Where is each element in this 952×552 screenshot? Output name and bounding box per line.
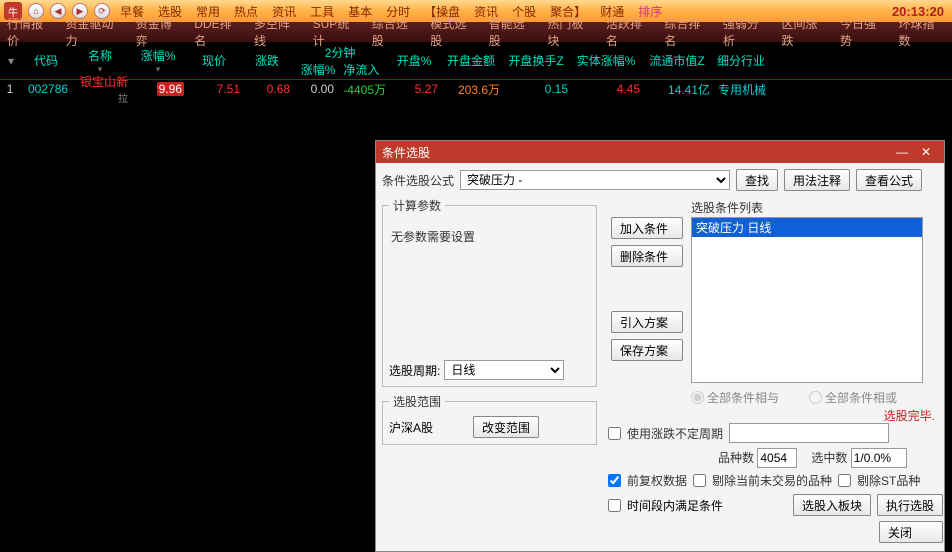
cell-2min-net: -4405万 <box>342 81 394 98</box>
conditions-listbox[interactable]: 突破压力 日线 <box>691 217 923 383</box>
th-open-amt[interactable]: 开盘金额 <box>440 42 502 79</box>
cell-price: 7.51 <box>192 82 248 96</box>
list-item[interactable]: 突破压力 日线 <box>692 218 922 237</box>
th-open-pct[interactable]: 开盘% <box>388 42 440 79</box>
count-label2: 选中数 <box>811 451 847 465</box>
period-input[interactable] <box>729 423 889 443</box>
period-checkbox[interactable] <box>608 427 621 440</box>
count-val2 <box>851 448 907 468</box>
cell-idx: 1 <box>0 82 28 96</box>
cell-name: 银宝山新拉 <box>76 73 136 105</box>
dialog-titlebar[interactable]: 条件选股 — ✕ <box>376 141 944 163</box>
delete-condition-button[interactable]: 删除条件 <box>611 245 683 267</box>
timeslot-checkbox[interactable] <box>608 499 621 512</box>
th-float-cap[interactable]: 流通市值Z <box>642 42 712 79</box>
params-legend: 计算参数 <box>389 197 445 214</box>
th-industry[interactable]: 细分行业 <box>712 42 770 79</box>
expand-icon[interactable]: ▾ <box>0 54 22 68</box>
fq-label: 前复权数据 <box>627 472 687 489</box>
cell-2min-pct: 0.00 <box>298 82 342 96</box>
submenu-item[interactable]: 区间涨跌 <box>776 15 833 49</box>
th-2min[interactable]: 2分钟 涨幅%净流入 <box>292 42 388 79</box>
change-range-button[interactable]: 改变范围 <box>473 416 539 438</box>
condition-stock-dialog: 条件选股 — ✕ 条件选股公式 突破压力 - 查找 用法注释 查看公式 计算参数… <box>375 140 945 552</box>
selection-done-msg: 选股完毕. <box>884 407 935 424</box>
th-body-pct[interactable]: 实体涨幅% <box>570 42 642 79</box>
cell-body-pct: 4.45 <box>576 82 648 96</box>
cell-chg: 0.68 <box>248 82 298 96</box>
minimize-icon[interactable]: — <box>890 145 914 159</box>
fq-checkbox[interactable] <box>608 474 621 487</box>
view-formula-button[interactable]: 查看公式 <box>856 169 922 191</box>
cycle-select[interactable]: 日线 <box>444 360 564 380</box>
cell-float-cap: 14.41亿 <box>648 81 718 98</box>
submenu-item[interactable]: 环球指数 <box>894 15 951 49</box>
radio-and[interactable]: 全部条件相与 <box>691 389 779 406</box>
execute-button[interactable]: 执行选股 <box>877 494 943 516</box>
th-chg[interactable]: 涨跌 <box>242 42 292 79</box>
add-condition-button[interactable]: 加入条件 <box>611 217 683 239</box>
st-checkbox[interactable] <box>838 474 851 487</box>
th-open-turn[interactable]: 开盘换手Z <box>502 42 570 79</box>
cell-open-pct: 5.27 <box>394 82 446 96</box>
dialog-title: 条件选股 <box>382 144 430 161</box>
cull-label: 剔除当前未交易的品种 <box>712 472 832 489</box>
conditions-list-label: 选股条件列表 <box>691 199 941 216</box>
cycle-label: 选股周期: <box>389 362 440 379</box>
close-button[interactable]: 关闭 <box>879 521 943 543</box>
params-fieldset: 计算参数 无参数需要设置 选股周期: 日线 <box>382 197 597 387</box>
th-pct[interactable]: 涨幅%▾ <box>130 42 186 79</box>
st-label: 剔除ST品种 <box>857 472 920 489</box>
find-button[interactable]: 查找 <box>736 169 778 191</box>
cell-code: 002786 <box>28 82 76 96</box>
import-scheme-button[interactable]: 引入方案 <box>611 311 683 333</box>
range-legend: 选股范围 <box>389 393 445 410</box>
cull-checkbox[interactable] <box>693 474 706 487</box>
cell-industry: 专用机械 <box>718 81 776 98</box>
cell-open-amt: 203.6万 <box>446 81 508 98</box>
range-value: 沪深A股 <box>389 419 433 436</box>
submenu-bar: 行情报价 资金驱动力 资金博弈 DDE排名 多空阵线 SUP统计 综合选股 模式… <box>0 22 952 42</box>
period-label: 使用涨跌不定周期 <box>627 425 723 442</box>
count-label1: 品种数 <box>718 451 754 465</box>
th-code[interactable]: 代码 <box>22 42 70 79</box>
timeslot-label: 时间段内满足条件 <box>627 497 723 514</box>
cell-open-turn: 0.15 <box>508 82 576 96</box>
range-fieldset: 选股范围 沪深A股 改变范围 <box>382 393 597 445</box>
usage-button[interactable]: 用法注释 <box>784 169 850 191</box>
count-val1 <box>757 448 797 468</box>
formula-select[interactable]: 突破压力 - <box>460 170 730 190</box>
to-block-button[interactable]: 选股入板块 <box>793 494 871 516</box>
radio-or[interactable]: 全部条件相或 <box>809 389 897 406</box>
submenu-item[interactable]: 今日强势 <box>835 15 892 49</box>
save-scheme-button[interactable]: 保存方案 <box>611 339 683 361</box>
cell-pct: 9.96 <box>136 82 192 96</box>
params-text: 无参数需要设置 <box>389 220 590 253</box>
close-icon[interactable]: ✕ <box>914 145 938 159</box>
th-price[interactable]: 现价 <box>186 42 242 79</box>
formula-label: 条件选股公式 <box>382 172 454 189</box>
table-row[interactable]: 1 002786 银宝山新拉 9.96 7.51 0.68 0.00 -4405… <box>0 80 952 98</box>
